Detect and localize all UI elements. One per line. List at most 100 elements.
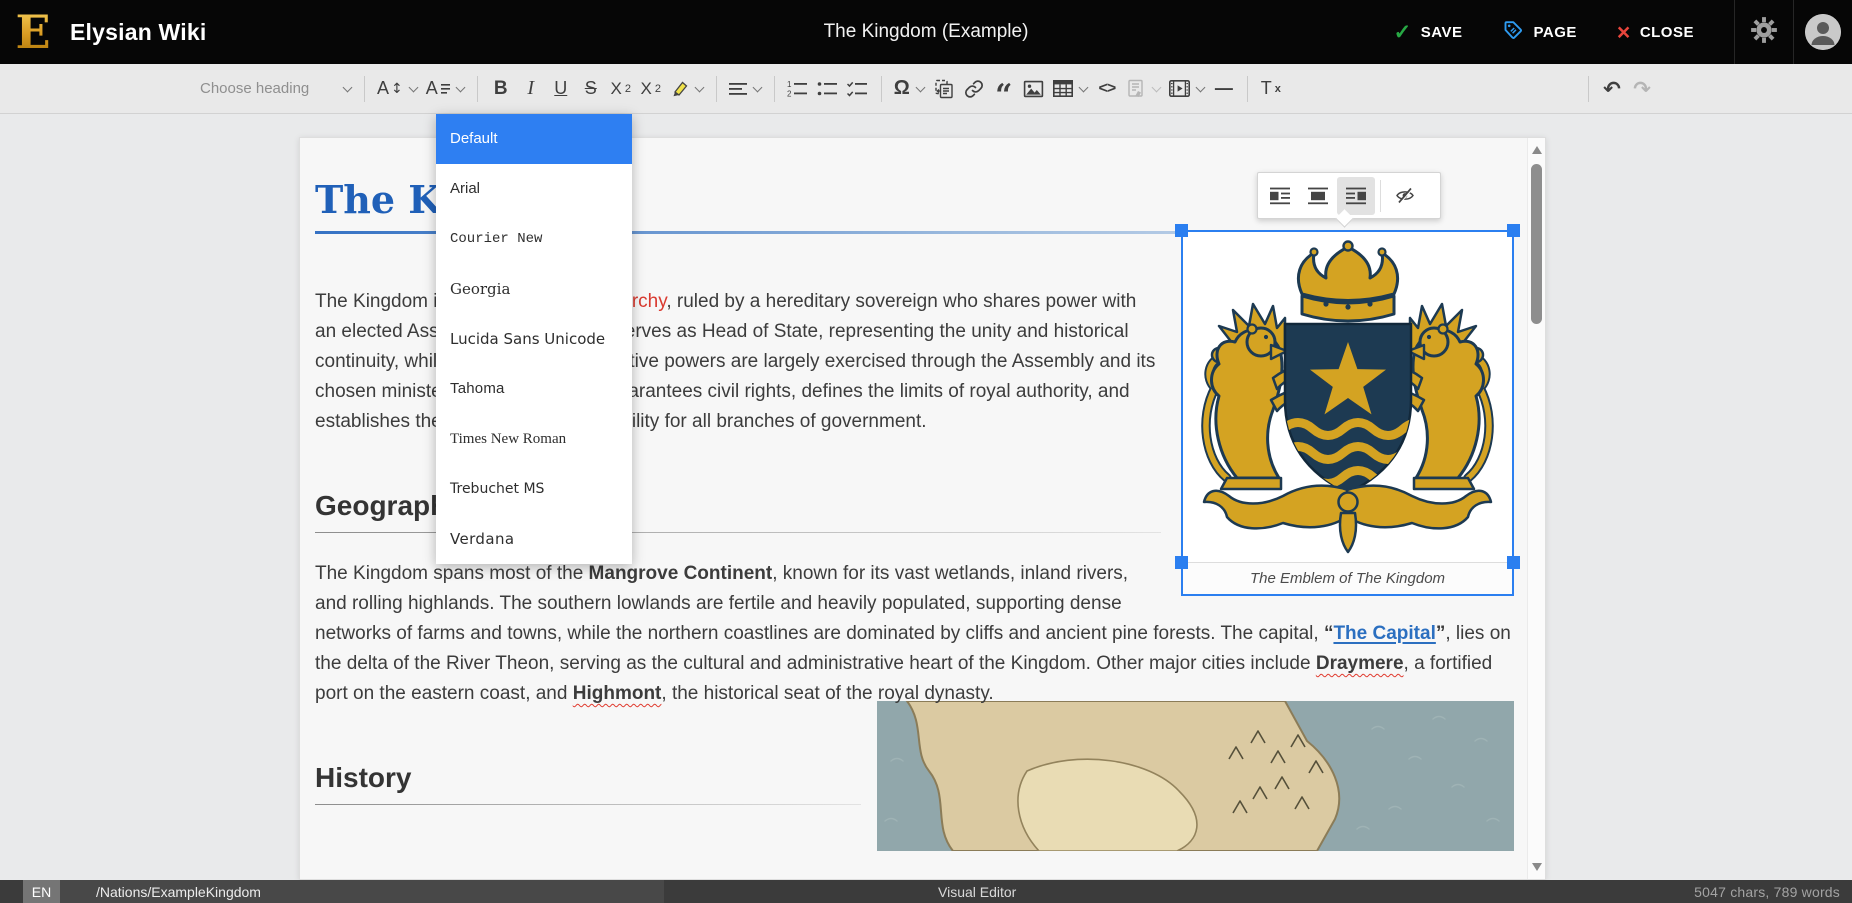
bubble-divider xyxy=(1380,180,1381,212)
svg-text:1: 1 xyxy=(787,80,792,89)
strikethrough-button[interactable]: S xyxy=(576,71,606,107)
special-character-button[interactable]: Ω xyxy=(890,71,929,107)
font-option-trebuchet[interactable]: Trebuchet MS xyxy=(436,464,632,514)
font-option-georgia[interactable]: Georgia xyxy=(436,264,632,314)
save-button[interactable]: ✓ SAVE xyxy=(1394,20,1463,45)
task-list-icon xyxy=(847,80,868,98)
underline-button[interactable]: U xyxy=(546,71,576,107)
bullet-list-button[interactable] xyxy=(813,71,843,107)
toolbar-divider xyxy=(774,76,775,102)
template-button[interactable] xyxy=(1122,71,1165,107)
resize-handle[interactable] xyxy=(1507,556,1520,569)
heading-style-select[interactable]: Choose heading xyxy=(200,80,352,97)
omega-icon: Ω xyxy=(894,77,910,100)
ordered-list-icon: 1 2 xyxy=(787,80,808,98)
toolbar-divider xyxy=(881,76,882,102)
save-label: SAVE xyxy=(1421,24,1463,41)
map-image[interactable] xyxy=(877,701,1514,851)
superscript-number: 2 xyxy=(655,83,661,95)
clear-formatting-button[interactable]: Tx xyxy=(1256,71,1286,107)
settings-button[interactable] xyxy=(1735,0,1793,64)
toggle-caption-button[interactable] xyxy=(1386,177,1424,215)
section-heading-history: History xyxy=(315,762,861,805)
toolbar-divider xyxy=(1247,76,1248,102)
close-button[interactable]: × CLOSE xyxy=(1617,21,1694,44)
font-option-default[interactable]: Default xyxy=(436,114,632,164)
page-path[interactable]: /Nations/ExampleKingdom xyxy=(60,880,664,903)
undo-redo-group: ↶ ↷ xyxy=(1580,71,1657,107)
font-option-verdana[interactable]: Verdana xyxy=(436,514,632,564)
geo-text: , the historical seat of the royal dynas… xyxy=(661,683,993,704)
align-button[interactable] xyxy=(725,71,766,107)
font-option-times[interactable]: Times New Roman xyxy=(436,414,632,464)
media-icon xyxy=(1169,80,1190,97)
chevron-down-icon xyxy=(456,84,465,93)
paste-content-button[interactable] xyxy=(929,71,959,107)
insert-table-button[interactable] xyxy=(1049,71,1092,107)
wrap-text-left-button[interactable] xyxy=(1337,177,1375,215)
page-button[interactable]: PAGE xyxy=(1502,19,1576,45)
kingdom-map-image xyxy=(877,701,1514,851)
geo-text: The Kingdom spans most of the xyxy=(315,563,589,584)
link-button[interactable] xyxy=(959,71,989,107)
horizontal-rule-button[interactable]: — xyxy=(1209,71,1239,107)
resize-handle[interactable] xyxy=(1175,224,1188,237)
chevron-down-icon xyxy=(916,84,925,93)
check-icon: ✓ xyxy=(1394,20,1412,45)
bold-button[interactable]: B xyxy=(486,71,516,107)
insert-image-button[interactable] xyxy=(1019,71,1049,107)
chevron-down-icon xyxy=(1196,84,1205,93)
font-option-lucida[interactable]: Lucida Sans Unicode xyxy=(436,314,632,364)
font-option-arial[interactable]: Arial xyxy=(436,164,632,214)
font-size-icon: A xyxy=(377,78,389,99)
close-label: CLOSE xyxy=(1640,24,1694,41)
scrollbar-thumb[interactable] xyxy=(1531,164,1542,324)
scroll-down-arrow[interactable] xyxy=(1532,863,1542,871)
align-lines-icon xyxy=(729,82,747,96)
task-list-button[interactable] xyxy=(843,71,873,107)
image-icon xyxy=(1023,80,1044,98)
font-option-tahoma[interactable]: Tahoma xyxy=(436,364,632,414)
resize-handle[interactable] xyxy=(1507,224,1520,237)
code-button[interactable]: <> xyxy=(1092,71,1122,107)
font-option-courier-new[interactable]: Courier New xyxy=(436,214,632,264)
font-lines-icon xyxy=(441,83,450,95)
font-size-button[interactable]: A↕ xyxy=(373,71,422,107)
app-window: E Elysian Wiki The Kingdom (Example) ✓ S… xyxy=(0,0,1852,903)
superscript-button[interactable]: X2 xyxy=(636,71,666,107)
chevron-down-icon xyxy=(695,84,704,93)
wrap-text-right-button[interactable] xyxy=(1261,177,1299,215)
insert-media-button[interactable] xyxy=(1165,71,1209,107)
wiki-logo[interactable]: E xyxy=(12,7,54,57)
scroll-up-arrow[interactable] xyxy=(1532,146,1542,154)
editor-mode-label: Visual Editor xyxy=(938,880,1016,903)
blockquote-button[interactable]: “ xyxy=(989,71,1019,107)
account-button[interactable] xyxy=(1794,0,1852,64)
subscript-button[interactable]: X2 xyxy=(606,71,636,107)
user-avatar-icon xyxy=(1805,14,1841,50)
editor-toolbar: Choose heading A↕ A B I U S X2 X2 xyxy=(0,64,1852,114)
city-name-misspelled: Highmont xyxy=(573,683,662,704)
highlight-button[interactable] xyxy=(666,71,708,107)
highlighter-icon xyxy=(670,79,689,98)
undo-button[interactable]: ↶ xyxy=(1597,71,1627,107)
paste-icon xyxy=(934,79,954,99)
redo-button[interactable]: ↷ xyxy=(1627,71,1657,107)
link-icon xyxy=(964,79,984,99)
chevron-down-icon xyxy=(343,84,352,93)
kingdom-emblem-image xyxy=(1183,232,1512,562)
ordered-list-button[interactable]: 1 2 xyxy=(783,71,813,107)
italic-button[interactable]: I xyxy=(516,71,546,107)
selected-image-figure[interactable]: The Emblem of The Kingdom xyxy=(1181,230,1514,596)
chevron-down-icon xyxy=(1079,84,1088,93)
language-indicator[interactable]: EN xyxy=(23,880,60,903)
break-text-button[interactable] xyxy=(1299,177,1337,215)
word-count: 5047 chars, 789 words xyxy=(1694,880,1840,903)
font-family-button[interactable]: A xyxy=(422,71,469,107)
resize-handle[interactable] xyxy=(1175,556,1188,569)
page-scrollbar[interactable] xyxy=(1527,138,1545,879)
image-caption[interactable]: The Emblem of The Kingdom xyxy=(1183,562,1512,594)
font-family-menu: Default Arial Courier New Georgia Lucida… xyxy=(436,114,632,564)
wiki-link-the-capital[interactable]: The Capital xyxy=(1333,623,1435,644)
bullet-list-icon xyxy=(817,80,838,98)
